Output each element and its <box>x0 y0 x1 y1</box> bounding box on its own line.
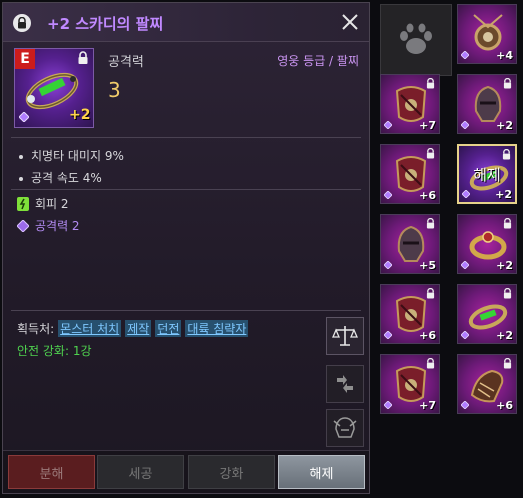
slot-enhance-level: +2 <box>495 188 512 201</box>
transfer-button[interactable] <box>326 365 364 403</box>
slot-enhance-level: +2 <box>496 119 513 132</box>
equipment-slot-7[interactable]: +2 <box>457 214 517 274</box>
helmet-icon <box>333 417 357 438</box>
equipment-slot-6[interactable]: +5 <box>380 214 440 274</box>
grade-badge: E <box>15 49 35 69</box>
purple-stat-row: 공격력 2 <box>17 217 80 234</box>
equipment-slot-3[interactable]: +2 <box>457 74 517 134</box>
source-link-monster[interactable]: 몬스터 처치 <box>58 320 122 337</box>
diamond-icon <box>461 261 469 269</box>
slot-enhance-level: +5 <box>419 259 436 272</box>
swap-icon <box>337 375 353 393</box>
bullet-icon <box>19 154 23 159</box>
slot-enhance-level: +7 <box>419 399 436 412</box>
diamond-icon <box>461 121 469 129</box>
slot-enhance-level: +6 <box>496 399 513 412</box>
divider <box>11 310 361 311</box>
lock-icon <box>426 358 435 369</box>
lock-icon <box>426 78 435 89</box>
equipment-slot-2[interactable]: +7 <box>380 74 440 134</box>
green-stat-row: 회피 2 <box>17 195 69 212</box>
finesse-button[interactable]: 세공 <box>97 455 184 489</box>
diamond-icon <box>384 191 392 199</box>
slot-enhance-level: +2 <box>496 329 513 342</box>
source-link-dungeon[interactable]: 던전 <box>155 320 182 337</box>
slot-unlock-label: 해제 <box>473 166 501 184</box>
divider <box>11 189 361 190</box>
bonus-stat-2: 공격 속도 4% <box>19 169 102 186</box>
enhance-badge: +2 <box>69 107 91 123</box>
lock-icon <box>502 149 511 160</box>
source-row: 획득처: 몬스터 처치 제작 던전 대륙 침략자 <box>17 320 249 337</box>
safe-enhance-text: 안전 강화: 1강 <box>17 344 92 358</box>
item-title: +2 스카디의 팔찌 <box>47 15 164 33</box>
equipment-slot-4[interactable]: +6 <box>380 144 440 204</box>
equipment-slot-11[interactable]: +6 <box>457 354 517 414</box>
lock-icon <box>503 288 512 299</box>
diamond-icon <box>461 331 469 339</box>
lock-icon <box>503 78 512 89</box>
lock-icon <box>426 288 435 299</box>
lock-icon[interactable] <box>13 14 31 32</box>
item-lock-icon <box>78 51 88 64</box>
lock-icon <box>426 148 435 159</box>
equipment-slot-1[interactable]: +4 <box>457 4 517 64</box>
slot-enhance-level: +7 <box>419 119 436 132</box>
diamond-icon <box>384 401 392 409</box>
slot-enhance-level: +6 <box>419 189 436 202</box>
source-link-craft[interactable]: 제작 <box>125 320 152 337</box>
diamond-icon <box>384 331 392 339</box>
lock-icon <box>426 218 435 229</box>
stat-label: 공격력 <box>108 55 144 70</box>
equipment-slot-8[interactable]: +6 <box>380 284 440 344</box>
diamond-icon <box>384 121 392 129</box>
divider <box>11 137 361 138</box>
diamond-icon <box>461 401 469 409</box>
slot-enhance-level: +4 <box>496 49 513 62</box>
diamond-icon <box>384 261 392 269</box>
equipment-slot-10[interactable]: +7 <box>380 354 440 414</box>
enhance-button[interactable]: 강화 <box>188 455 275 489</box>
bullet-icon <box>19 176 23 181</box>
close-icon[interactable] <box>339 11 361 33</box>
diamond-icon <box>17 219 29 232</box>
stat-value: 3 <box>108 78 121 102</box>
scales-icon <box>332 326 358 346</box>
diamond-icon <box>461 51 469 59</box>
source-link-invader[interactable]: 대륙 침략자 <box>185 320 249 337</box>
slot-enhance-level: +2 <box>496 259 513 272</box>
unlock-button[interactable]: 해제 <box>278 455 365 489</box>
disassemble-button[interactable]: 분해 <box>8 455 95 489</box>
compare-button[interactable] <box>326 317 364 355</box>
item-tooltip-panel: +2 스카디의 팔찌 E +2 공격력 3 영웅 등급 / 팔찌 치명타 대미지… <box>2 2 370 494</box>
lock-icon <box>503 218 512 229</box>
bonus-stat-1: 치명타 대미지 9% <box>19 147 124 164</box>
paw-icon <box>400 23 432 54</box>
tooltip-titlebar: +2 스카디의 팔찌 <box>3 3 369 42</box>
rune-icon <box>17 196 29 211</box>
diamond-icon <box>19 112 29 122</box>
equip-preview-button[interactable] <box>326 409 364 447</box>
diamond-icon <box>462 190 470 198</box>
slot-enhance-level: +6 <box>419 329 436 342</box>
equipment-slot-5[interactable]: +2 해제 <box>457 144 517 204</box>
pet-slot[interactable] <box>380 4 452 76</box>
equipment-slot-9[interactable]: +2 <box>457 284 517 344</box>
grade-type: 영웅 등급 / 팔찌 <box>277 54 359 68</box>
lock-icon <box>503 358 512 369</box>
